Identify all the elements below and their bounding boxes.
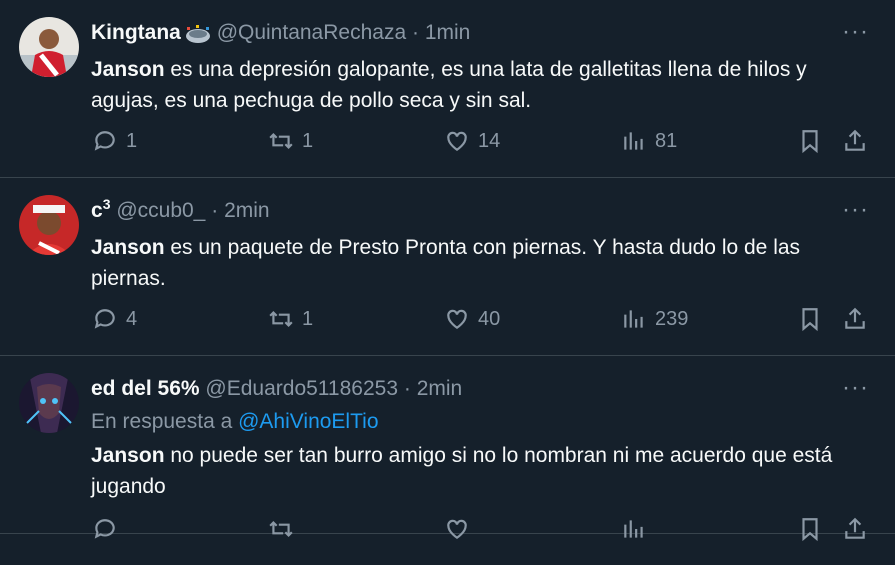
- action-bar: 1 1 14 81: [0, 128, 895, 162]
- more-options-icon[interactable]: ···: [842, 198, 869, 222]
- action-bar: [0, 516, 895, 550]
- reply-button[interactable]: 4: [92, 306, 137, 332]
- dot-separator: ·: [403, 377, 411, 400]
- heart-icon: [447, 309, 467, 329]
- tweet-header: c3 @ccub0_ · 2min: [91, 196, 835, 226]
- dot-separator: ·: [411, 21, 419, 44]
- share-icon: [845, 517, 865, 539]
- mention-bold: Janson: [91, 58, 165, 81]
- tweet-header: ed del 56% @Eduardo51186253 · 2min: [91, 374, 835, 404]
- like-button[interactable]: 14: [444, 128, 500, 154]
- avatar[interactable]: [19, 195, 79, 255]
- more-options-icon[interactable]: ···: [842, 20, 869, 44]
- bookmark-icon: [802, 518, 818, 542]
- user-handle[interactable]: @QuintanaRechaza: [217, 21, 406, 44]
- timestamp[interactable]: 1min: [425, 21, 471, 44]
- avatar[interactable]: [19, 17, 79, 77]
- reply-prefix: En respuesta a: [91, 410, 233, 433]
- bookmark-icon: [802, 308, 818, 332]
- more-options-icon[interactable]: ···: [842, 376, 869, 400]
- dot-separator: ·: [211, 199, 219, 222]
- retweet-button[interactable]: 1: [268, 306, 313, 332]
- retweet-icon: [269, 132, 293, 150]
- retweet-icon: [269, 520, 293, 538]
- tweet[interactable]: ed del 56% @Eduardo51186253 · 2min ··· E…: [0, 356, 895, 542]
- timestamp[interactable]: 2min: [224, 199, 270, 222]
- stadium-emoji-icon: [185, 23, 211, 44]
- like-button[interactable]: [444, 516, 478, 542]
- tweet[interactable]: Kingtana @QuintanaRechaza · 1min ··· Jan…: [0, 0, 895, 178]
- display-name-text: c: [91, 199, 103, 222]
- like-count: 40: [478, 307, 501, 330]
- like-count: 14: [478, 129, 501, 152]
- bookmark-button[interactable]: [797, 306, 823, 332]
- views-button[interactable]: 239: [621, 306, 688, 332]
- user-handle[interactable]: @Eduardo51186253: [205, 377, 398, 400]
- display-name[interactable]: Kingtana: [91, 21, 181, 44]
- mention-bold: Janson: [91, 236, 165, 259]
- display-name[interactable]: ed del 56%: [91, 377, 200, 400]
- display-name[interactable]: c3: [91, 196, 111, 222]
- tweet-header: Kingtana @QuintanaRechaza · 1min: [91, 18, 835, 48]
- retweet-button[interactable]: 1: [268, 128, 313, 154]
- like-button[interactable]: 40: [444, 306, 500, 332]
- heart-icon: [447, 519, 467, 539]
- mention-bold: Janson: [91, 444, 165, 467]
- retweet-count: 1: [302, 307, 314, 330]
- share-button[interactable]: [842, 128, 868, 154]
- reply-icon: [94, 309, 115, 329]
- share-icon: [845, 307, 865, 329]
- heart-icon: [447, 131, 467, 151]
- share-button[interactable]: [842, 516, 868, 542]
- bookmark-button[interactable]: [797, 516, 823, 542]
- tweet-text: Janson no puede ser tan burro amigo si n…: [91, 440, 875, 502]
- display-name-superscript: 3: [102, 196, 111, 212]
- views-chart-icon: [624, 310, 643, 328]
- views-count: 81: [655, 129, 678, 152]
- action-bar: 4 1 40 239: [0, 306, 895, 340]
- avatar[interactable]: [19, 373, 79, 433]
- retweet-icon: [269, 310, 293, 328]
- tweet-text: Janson es una depresión galopante, es un…: [91, 54, 875, 116]
- bookmark-button[interactable]: [797, 128, 823, 154]
- retweet-count: 1: [302, 129, 314, 152]
- tweet[interactable]: c3 @ccub0_ · 2min ··· Janson es un paque…: [0, 178, 895, 356]
- tweet-text-rest: es una depresión galopante, es una lata …: [91, 58, 807, 112]
- reply-count: 1: [126, 129, 138, 152]
- views-count: 239: [655, 307, 689, 330]
- views-button[interactable]: [621, 516, 655, 542]
- reply-icon: [94, 131, 115, 151]
- views-chart-icon: [624, 520, 643, 538]
- reply-context: En respuesta a @AhiVinoElTio: [91, 406, 875, 437]
- retweet-button[interactable]: [268, 516, 302, 542]
- reply-button[interactable]: 1: [92, 128, 137, 154]
- share-icon: [845, 129, 865, 151]
- views-button[interactable]: 81: [621, 128, 677, 154]
- tweet-text: Janson es un paquete de Presto Pronta co…: [91, 232, 875, 294]
- reply-icon: [94, 519, 115, 539]
- tweet-text-rest: no puede ser tan burro amigo si no lo no…: [91, 444, 833, 498]
- views-chart-icon: [624, 132, 643, 150]
- share-button[interactable]: [842, 306, 868, 332]
- tweet-text-rest: es un paquete de Presto Pronta con piern…: [91, 236, 801, 290]
- timestamp[interactable]: 2min: [417, 377, 463, 400]
- reply-button[interactable]: [92, 516, 126, 542]
- user-handle[interactable]: @ccub0_: [116, 199, 205, 222]
- reply-count: 4: [126, 307, 138, 330]
- bookmark-icon: [802, 130, 818, 154]
- reply-to-handle-link[interactable]: @AhiVinoElTio: [238, 410, 378, 433]
